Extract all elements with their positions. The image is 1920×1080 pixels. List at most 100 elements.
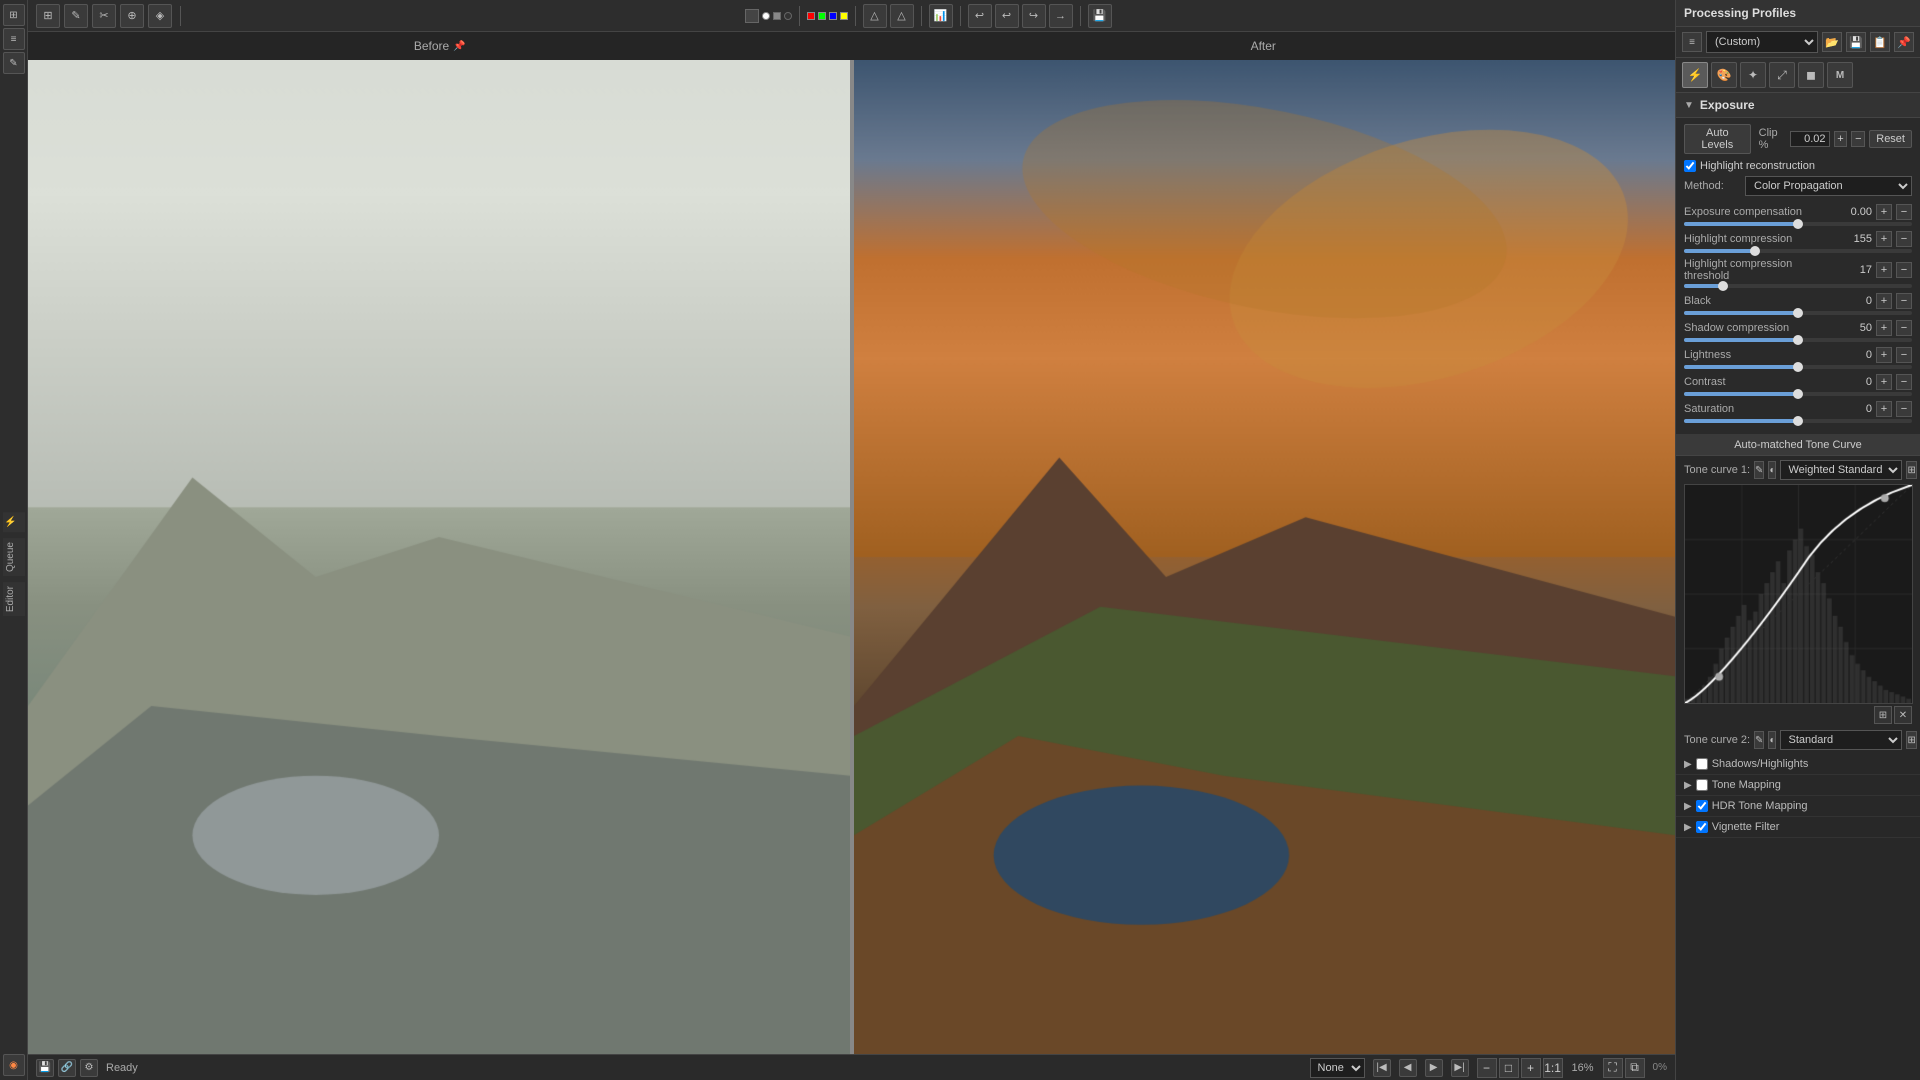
vignette-filter-header[interactable]: ▶ Vignette Filter	[1684, 821, 1912, 833]
tab-raw[interactable]: ◼	[1798, 62, 1824, 88]
tool-transform[interactable]: ✂	[92, 4, 116, 28]
split-view-btn[interactable]: ⧉	[1625, 1058, 1645, 1078]
lightness-inc[interactable]: +	[1876, 347, 1892, 363]
forward-btn[interactable]: →	[1049, 4, 1073, 28]
clipping-indicator[interactable]: △	[863, 4, 887, 28]
shadow-comp-thumb[interactable]	[1793, 335, 1803, 345]
playback-prev[interactable]: ◀	[1399, 1059, 1417, 1077]
highlight-comp-thumb[interactable]	[1750, 246, 1760, 256]
shadow-comp-dec[interactable]: −	[1896, 320, 1912, 336]
file-browser-tab[interactable]: ⚡	[3, 512, 25, 532]
curve1-toggle-icon[interactable]: ◐	[1768, 461, 1776, 479]
profile-copy-btn[interactable]: 📋	[1870, 32, 1890, 52]
hdr-tone-mapping-check[interactable]	[1696, 800, 1708, 812]
tab-transform[interactable]: ⤢	[1769, 62, 1795, 88]
playback-start[interactable]: |◀	[1373, 1059, 1391, 1077]
editor-tab[interactable]: Editor	[3, 582, 25, 616]
clipping-indicator-2[interactable]: △	[890, 4, 914, 28]
tab-meta[interactable]: M	[1827, 62, 1853, 88]
tab-exposure[interactable]: ⚡	[1682, 62, 1708, 88]
tool-crop[interactable]: ⊕	[120, 4, 144, 28]
tool-editor[interactable]: ✎	[3, 52, 25, 74]
status-icon-3[interactable]: ⚙	[80, 1059, 98, 1077]
method-dropdown[interactable]: Color Propagation Luminance Recovery Ble…	[1745, 176, 1912, 196]
curve-side-icon-2[interactable]: ✕	[1894, 706, 1912, 724]
playback-next[interactable]: ▶|	[1451, 1059, 1469, 1077]
profile-paste-btn[interactable]: 📌	[1894, 32, 1914, 52]
after-image-panel[interactable]	[854, 60, 1676, 1054]
shadows-highlights-check[interactable]	[1696, 758, 1708, 770]
contrast-inc[interactable]: +	[1876, 374, 1892, 390]
zoom-out-btn[interactable]: −	[1477, 1058, 1497, 1078]
tone-curve-canvas[interactable]	[1684, 484, 1913, 704]
tone-mapping-header[interactable]: ▶ Tone Mapping	[1684, 779, 1912, 791]
profile-save-btn[interactable]: 💾	[1846, 32, 1866, 52]
exposure-comp-inc[interactable]: +	[1876, 204, 1892, 220]
reset-btn[interactable]: Reset	[1869, 130, 1912, 148]
auto-matched-tone-curve[interactable]: Auto-matched Tone Curve	[1676, 435, 1920, 456]
clip-value-input[interactable]	[1790, 131, 1830, 147]
tool-queue[interactable]: ≡	[3, 28, 25, 50]
curve2-type-dropdown[interactable]: Standard Weighted Standard Film-like	[1780, 730, 1902, 750]
before-image-panel[interactable]	[28, 60, 850, 1054]
status-icon-1[interactable]: 💾	[36, 1059, 54, 1077]
navigator-btn[interactable]	[745, 9, 759, 23]
vignette-filter-check[interactable]	[1696, 821, 1708, 833]
hc-threshold-dec[interactable]: −	[1896, 262, 1912, 278]
highlight-reconstruction-checkbox[interactable]	[1684, 160, 1696, 172]
contrast-thumb[interactable]	[1793, 389, 1803, 399]
lightness-dec[interactable]: −	[1896, 347, 1912, 363]
clip-decrement-btn[interactable]: −	[1851, 131, 1865, 147]
curve-side-icon-1[interactable]: ⊞	[1874, 706, 1892, 724]
saturation-dec[interactable]: −	[1896, 401, 1912, 417]
tool-edit[interactable]: ✎	[64, 4, 88, 28]
black-thumb[interactable]	[1793, 308, 1803, 318]
saturation-thumb[interactable]	[1793, 416, 1803, 426]
contrast-dec[interactable]: −	[1896, 374, 1912, 390]
playback-play[interactable]: ▶	[1425, 1059, 1443, 1077]
histogram-btn[interactable]: 📊	[929, 4, 953, 28]
color-wheel-btn[interactable]: ◉	[3, 1054, 25, 1076]
hdr-tone-mapping-header[interactable]: ▶ HDR Tone Mapping	[1684, 800, 1912, 812]
curve2-toggle-icon[interactable]: ◐	[1768, 731, 1776, 749]
tool-file-browser[interactable]: ⊞	[3, 4, 25, 26]
undo-btn[interactable]: ↩	[995, 4, 1019, 28]
saturation-inc[interactable]: +	[1876, 401, 1892, 417]
highlight-comp-dec[interactable]: −	[1896, 231, 1912, 247]
curve2-expand-btn[interactable]: ⊞	[1906, 731, 1916, 749]
tool-select[interactable]: ⊞	[36, 4, 60, 28]
redo-btn[interactable]: ↪	[1022, 4, 1046, 28]
zoom-fit-btn[interactable]: □	[1499, 1058, 1519, 1078]
queue-tab[interactable]: Queue	[3, 538, 25, 576]
zoom-100-btn[interactable]: 1:1	[1543, 1058, 1563, 1078]
exposure-section-header[interactable]: ▼ Exposure	[1676, 93, 1920, 118]
curve1-type-dropdown[interactable]: Weighted Standard Standard Film-like Par…	[1780, 460, 1902, 480]
exposure-comp-thumb[interactable]	[1793, 219, 1803, 229]
shadow-comp-inc[interactable]: +	[1876, 320, 1892, 336]
zoom-in-btn[interactable]: +	[1521, 1058, 1541, 1078]
black-dec[interactable]: −	[1896, 293, 1912, 309]
profile-open-btn[interactable]: 📂	[1822, 32, 1842, 52]
tab-color[interactable]: 🎨	[1711, 62, 1737, 88]
full-screen-btn[interactable]: ⛶	[1603, 1058, 1623, 1078]
exposure-comp-dec[interactable]: −	[1896, 204, 1912, 220]
tool-rotate[interactable]: ◈	[148, 4, 172, 28]
snap-btn[interactable]: ↩	[968, 4, 992, 28]
shadows-highlights-header[interactable]: ▶ Shadows/Highlights	[1684, 758, 1912, 770]
lightness-thumb[interactable]	[1793, 362, 1803, 372]
transform-dropdown[interactable]: None	[1310, 1058, 1365, 1078]
status-icon-2[interactable]: 🔗	[58, 1059, 76, 1077]
auto-levels-btn[interactable]: Auto Levels	[1684, 124, 1751, 154]
tab-detail[interactable]: ✦	[1740, 62, 1766, 88]
highlight-comp-inc[interactable]: +	[1876, 231, 1892, 247]
save-btn[interactable]: 💾	[1088, 4, 1112, 28]
curve1-edit-icon[interactable]: ✎	[1754, 461, 1764, 479]
curve2-edit-icon[interactable]: ✎	[1754, 731, 1764, 749]
black-inc[interactable]: +	[1876, 293, 1892, 309]
hc-threshold-thumb[interactable]	[1718, 281, 1728, 291]
clip-increment-btn[interactable]: +	[1834, 131, 1848, 147]
curve1-expand-btn[interactable]: ⊞	[1906, 461, 1916, 479]
profile-dropdown[interactable]: (Custom)	[1706, 31, 1818, 53]
profile-list-icon[interactable]: ≡	[1682, 32, 1702, 52]
tone-mapping-check[interactable]	[1696, 779, 1708, 791]
